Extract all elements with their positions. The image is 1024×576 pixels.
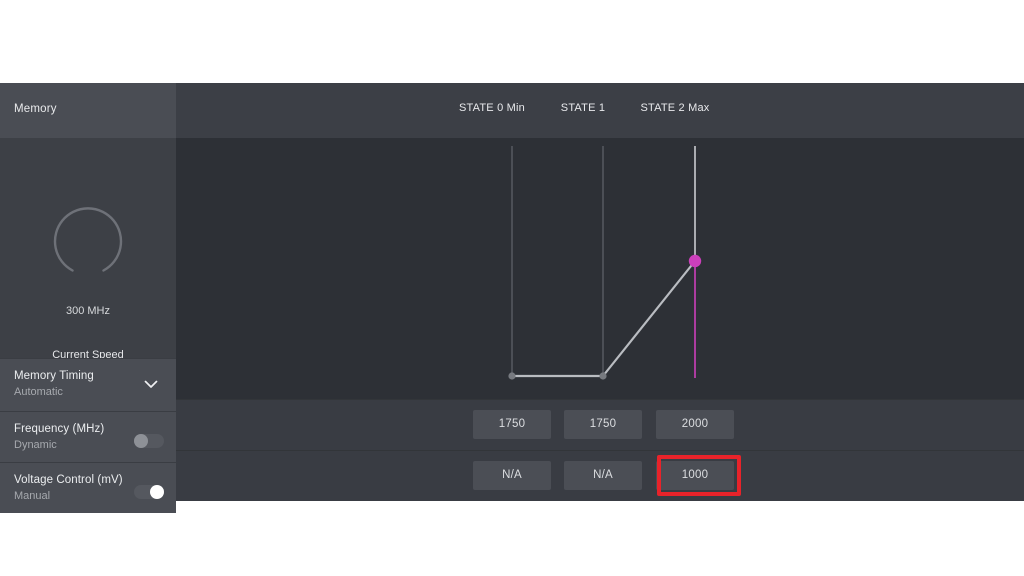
voltage-state-2-field[interactable]: 1000 [656,461,734,490]
voltage-state-0-field[interactable]: N/A [473,461,551,490]
frequency-values-row: 1750 1750 2000 [176,399,1024,450]
curve-handle-state-1[interactable] [599,372,607,380]
sidebar: Memory 300 MHz Current Speed Memory Timi… [0,83,176,513]
curve-svg [508,146,702,380]
frequency-toggle[interactable] [134,434,164,448]
screen: Memory 300 MHz Current Speed Memory Timi… [0,0,1024,576]
toggle-knob [134,434,148,448]
state-header-bar: STATE 0 Min STATE 1 STATE 2 Max [176,83,1024,138]
voltage-state-1-field[interactable]: N/A [564,461,642,490]
frequency-state-2-field[interactable]: 2000 [656,410,734,439]
sidebar-row-subtitle: Manual [14,490,51,502]
sidebar-row-title: Voltage Control (mV) [14,474,123,486]
chevron-down-icon[interactable] [142,375,160,393]
sidebar-row-frequency[interactable]: Frequency (MHz) Dynamic [0,411,176,462]
sidebar-header: Memory [0,83,176,138]
main-area: STATE 0 Min STATE 1 STATE 2 Max 1750 175… [176,83,1024,501]
voltage-values-row: N/A N/A 1000 [176,450,1024,501]
state-curve-graph[interactable] [176,138,1024,399]
frequency-state-1-field[interactable]: 1750 [564,410,642,439]
voltage-control-toggle[interactable] [134,485,164,499]
gauge-value: 300 MHz [65,305,111,317]
current-speed-gauge: 300 MHz Current Speed [0,138,176,361]
sidebar-row-title: Memory Timing [14,370,94,382]
column-header-state-2: STATE 2 Max [640,102,710,114]
sidebar-row-memory-timing[interactable]: Memory Timing Automatic [0,358,176,411]
sidebar-row-subtitle: Automatic [14,386,63,398]
frequency-state-0-field[interactable]: 1750 [473,410,551,439]
memory-settings-panel: Memory 300 MHz Current Speed Memory Timi… [0,83,1024,513]
toggle-knob [150,485,164,499]
page-title: Memory [14,103,57,115]
sidebar-row-subtitle: Dynamic [14,439,57,451]
sidebar-row-voltage-control[interactable]: Voltage Control (mV) Manual [0,462,176,513]
gauge-arc-icon [53,207,123,272]
curve-handle-state-2[interactable] [688,254,702,268]
sidebar-row-title: Frequency (MHz) [14,423,105,435]
curve-handle-state-0[interactable] [508,372,516,380]
